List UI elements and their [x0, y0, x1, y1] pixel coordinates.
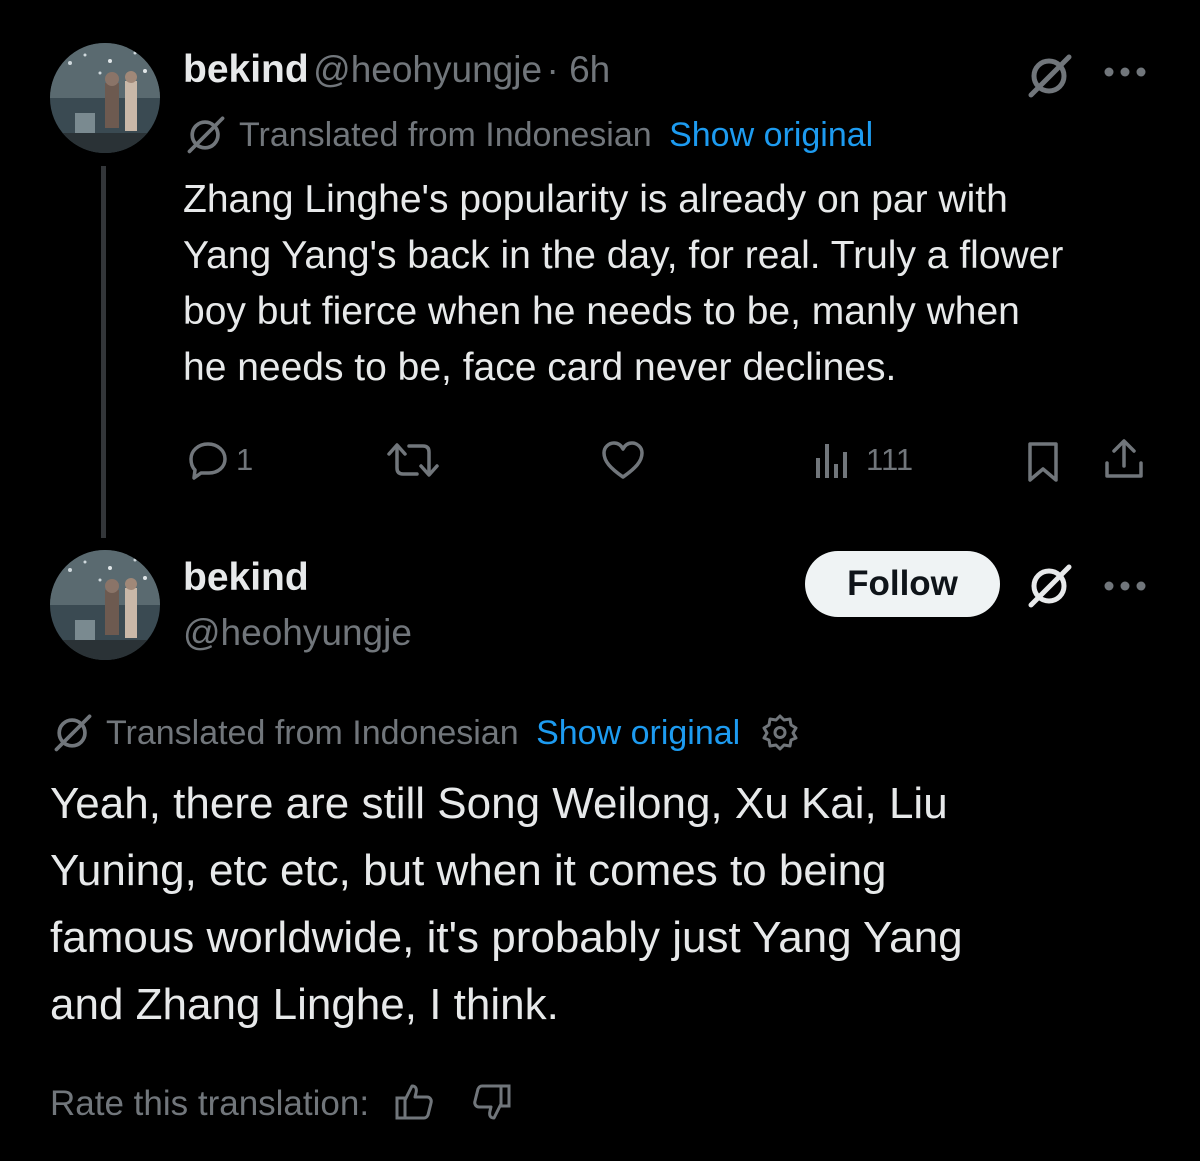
text-line: Yuning, etc etc, but when it comes to be…	[50, 846, 887, 895]
like-icon	[602, 441, 644, 479]
show-original-link[interactable]: Show original	[669, 116, 873, 154]
more-icon[interactable]	[1103, 66, 1147, 78]
follow-button[interactable]: Follow	[805, 551, 1000, 617]
rate-translation: Rate this translation:	[50, 1084, 513, 1124]
handle[interactable]: @heohyungje	[313, 49, 542, 90]
grok-icon[interactable]	[1025, 50, 1075, 100]
display-name[interactable]: bekind	[183, 48, 309, 91]
grok-icon	[54, 714, 92, 752]
tweet-header: bekind @heohyungje · 6h	[183, 48, 610, 92]
rate-label: Rate this translation:	[50, 1084, 370, 1123]
text-line: he needs to be, face card never declines…	[183, 346, 897, 389]
translation-bar: Translated from Indonesian Show original	[183, 116, 873, 157]
views-icon	[816, 444, 847, 478]
view-count: 111	[866, 442, 914, 477]
thumbs-down-icon[interactable]	[469, 1080, 513, 1124]
reply-button[interactable]: 1	[186, 438, 253, 482]
text-line: and Zhang Linghe, I think.	[50, 980, 559, 1029]
thread-line	[101, 166, 106, 538]
like-button[interactable]	[600, 438, 646, 482]
thumbs-up-icon[interactable]	[393, 1080, 437, 1124]
display-name[interactable]: bekind	[183, 556, 309, 600]
settings-icon[interactable]	[760, 712, 800, 752]
retweet-icon	[387, 443, 439, 477]
handle[interactable]: @heohyungje	[183, 612, 412, 654]
tweet-text: Yeah, there are still Song Weilong, Xu K…	[50, 770, 963, 1038]
translated-label: Translated from Indonesian	[106, 714, 519, 752]
more-icon[interactable]	[1103, 580, 1147, 592]
grok-icon	[187, 116, 225, 154]
avatar[interactable]	[50, 550, 160, 660]
text-line: Zhang Linghe's popularity is already on …	[183, 178, 1008, 221]
tweet-text: Zhang Linghe's popularity is already on …	[183, 172, 1063, 396]
timestamp[interactable]: · 6h	[547, 49, 611, 90]
translated-label: Translated from Indonesian	[239, 116, 652, 154]
grok-icon[interactable]	[1025, 560, 1075, 610]
views-button[interactable]: 111	[812, 440, 913, 480]
show-original-link[interactable]: Show original	[536, 714, 740, 752]
reply-icon	[189, 442, 227, 480]
text-line: Yang Yang's back in the day, for real. T…	[183, 234, 1064, 277]
bookmark-icon[interactable]	[1023, 440, 1063, 484]
translation-bar: Translated from Indonesian Show original	[50, 714, 800, 755]
avatar[interactable]	[50, 43, 160, 153]
text-line: boy but fierce when he needs to be, manl…	[183, 290, 1020, 333]
share-icon[interactable]	[1102, 436, 1146, 482]
text-line: famous worldwide, it's probably just Yan…	[50, 913, 963, 962]
text-line: Yeah, there are still Song Weilong, Xu K…	[50, 779, 948, 828]
reply-count: 1	[236, 442, 254, 477]
retweet-button[interactable]	[385, 438, 441, 482]
